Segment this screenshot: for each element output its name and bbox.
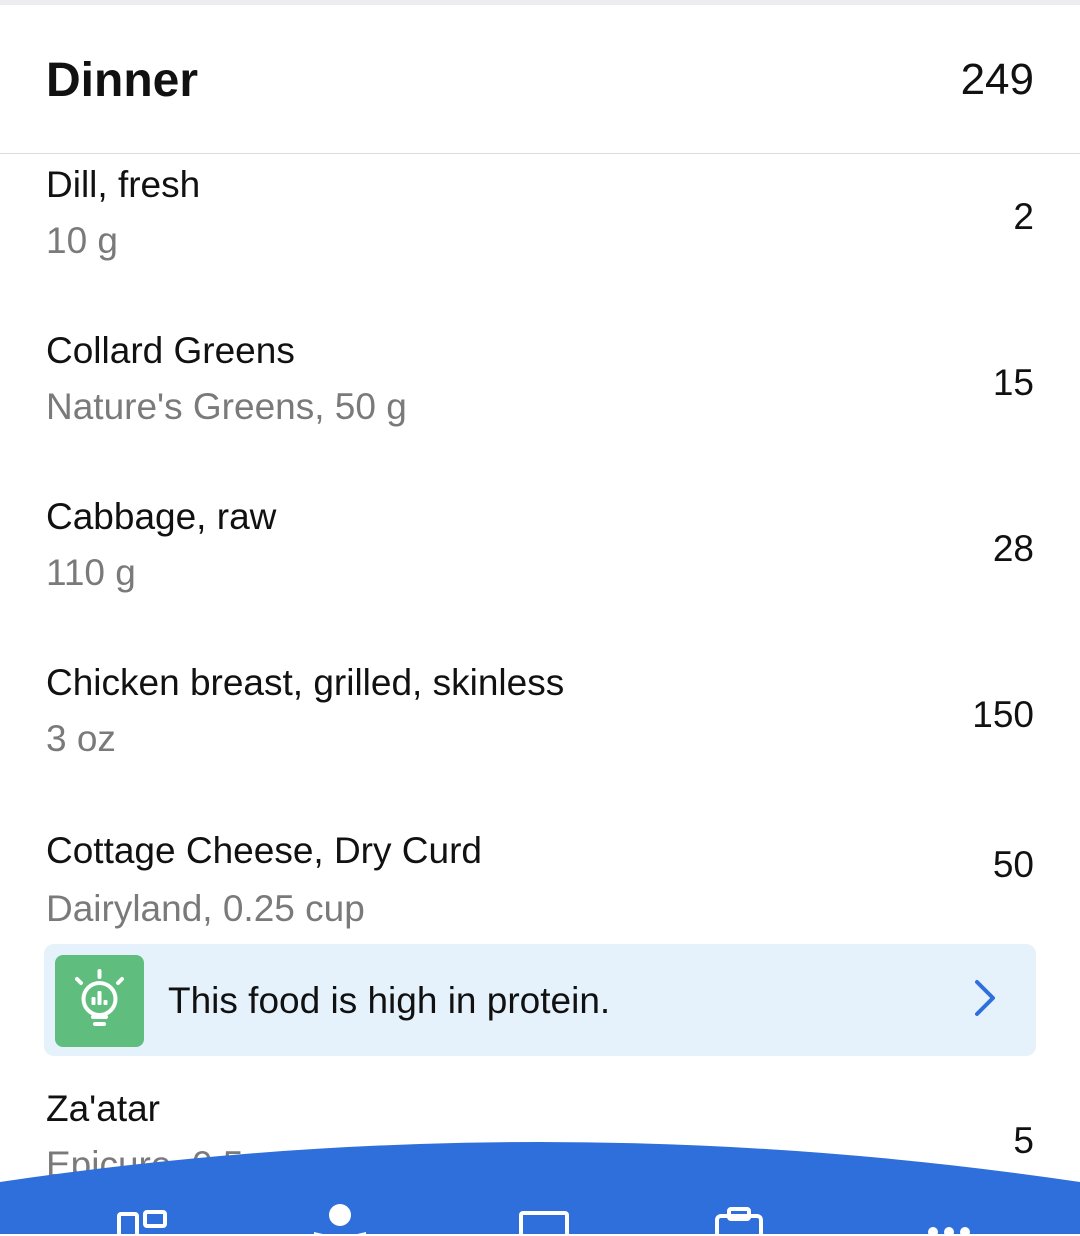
food-item-cottage-cheese[interactable]: Cottage Cheese, Dry Curd Dairyland, 0.25… — [0, 830, 1080, 940]
food-name: Collard Greens — [46, 330, 295, 371]
plans-icon[interactable] — [518, 1210, 570, 1236]
more-icon[interactable] — [926, 1224, 972, 1236]
meal-header[interactable]: Dinner 249 — [0, 5, 1080, 154]
food-detail: Dairyland, 0.25 cup — [46, 888, 365, 929]
protein-tip-banner[interactable]: This food is high in protein. — [44, 944, 1036, 1056]
food-name: Cabbage, raw — [46, 496, 277, 537]
clipboard-icon[interactable] — [714, 1206, 764, 1236]
food-item-collard-greens[interactable]: Collard Greens Nature's Greens, 50 g 15 — [0, 330, 1080, 480]
lightbulb-chart-icon — [55, 955, 144, 1047]
food-calories: 2 — [1013, 196, 1034, 237]
food-calories: 28 — [992, 528, 1034, 569]
food-calories: 15 — [992, 362, 1034, 403]
food-name: Cottage Cheese, Dry Curd — [46, 830, 482, 871]
food-detail: 10 g — [46, 220, 119, 261]
chevron-right-icon — [975, 980, 995, 1016]
meal-total-calories: 249 — [960, 55, 1034, 104]
diary-person-icon[interactable] — [312, 1202, 368, 1236]
food-detail: 110 g — [46, 552, 136, 593]
food-name: Za'atar — [46, 1088, 160, 1129]
tip-text: This food is high in protein. — [168, 980, 611, 1021]
food-item-chicken-breast[interactable]: Chicken breast, grilled, skinless 3 oz 1… — [0, 662, 1080, 812]
bottom-navigation-bar — [0, 1140, 1080, 1236]
food-detail: 3 oz — [46, 718, 116, 759]
food-name: Chicken breast, grilled, skinless — [46, 662, 565, 703]
food-name: Dill, fresh — [46, 164, 201, 205]
food-item-dill[interactable]: Dill, fresh 10 g 2 — [0, 164, 1080, 314]
dashboard-icon[interactable] — [116, 1206, 168, 1236]
food-calories: 50 — [992, 844, 1034, 885]
food-detail: Nature's Greens, 50 g — [46, 386, 407, 427]
meal-title: Dinner — [46, 54, 199, 107]
food-item-cabbage[interactable]: Cabbage, raw 110 g 28 — [0, 496, 1080, 646]
food-calories: 150 — [972, 694, 1034, 735]
